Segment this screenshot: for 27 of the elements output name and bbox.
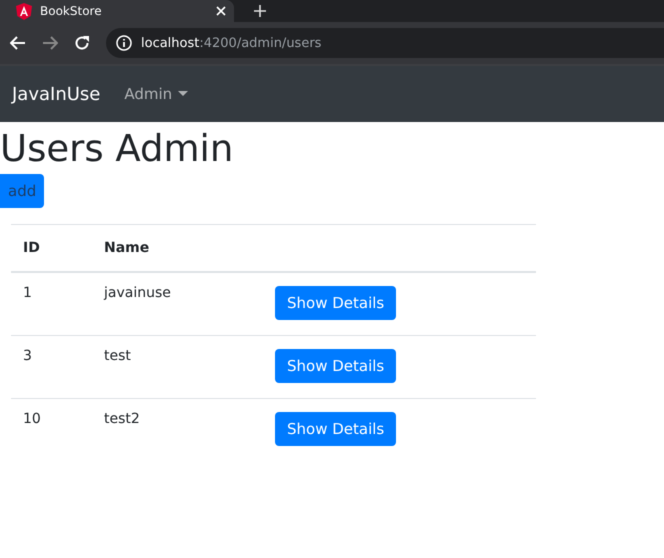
column-header: ID [11, 224, 92, 272]
forward-icon[interactable] [42, 36, 58, 50]
table-cell: test [92, 335, 263, 398]
table-cell: test2 [92, 398, 263, 461]
shield-logo-icon [16, 2, 32, 20]
address-field[interactable]: localhost:4200/admin/users [106, 28, 664, 58]
table-cell: 10 [11, 398, 92, 461]
table-cell: javainuse [92, 272, 263, 335]
table-cell: 3 [11, 335, 92, 398]
add-button[interactable]: add [0, 174, 44, 208]
caret-icon [178, 91, 188, 97]
page-heading: Users Admin [0, 128, 234, 170]
back-icon[interactable] [10, 36, 26, 50]
show-details-button[interactable]: Show Details [275, 348, 396, 382]
url-text: localhost:4200/admin/users [141, 36, 322, 50]
browser-tab[interactable]: BookStore [0, 0, 234, 22]
table-cell: 1 [11, 272, 92, 335]
reload-icon[interactable] [74, 35, 90, 51]
info-icon [116, 35, 132, 51]
column-header: Name [92, 224, 263, 272]
show-details-button[interactable]: Show Details [275, 412, 396, 446]
show-details-button[interactable]: Show Details [275, 286, 396, 320]
new-tab-icon[interactable] [254, 5, 266, 17]
admin-dropdown[interactable]: Admin [124, 85, 188, 103]
tab-title: BookStore [40, 4, 103, 18]
close-icon[interactable] [216, 6, 226, 16]
brand-link[interactable]: JavaInUse [12, 84, 100, 104]
